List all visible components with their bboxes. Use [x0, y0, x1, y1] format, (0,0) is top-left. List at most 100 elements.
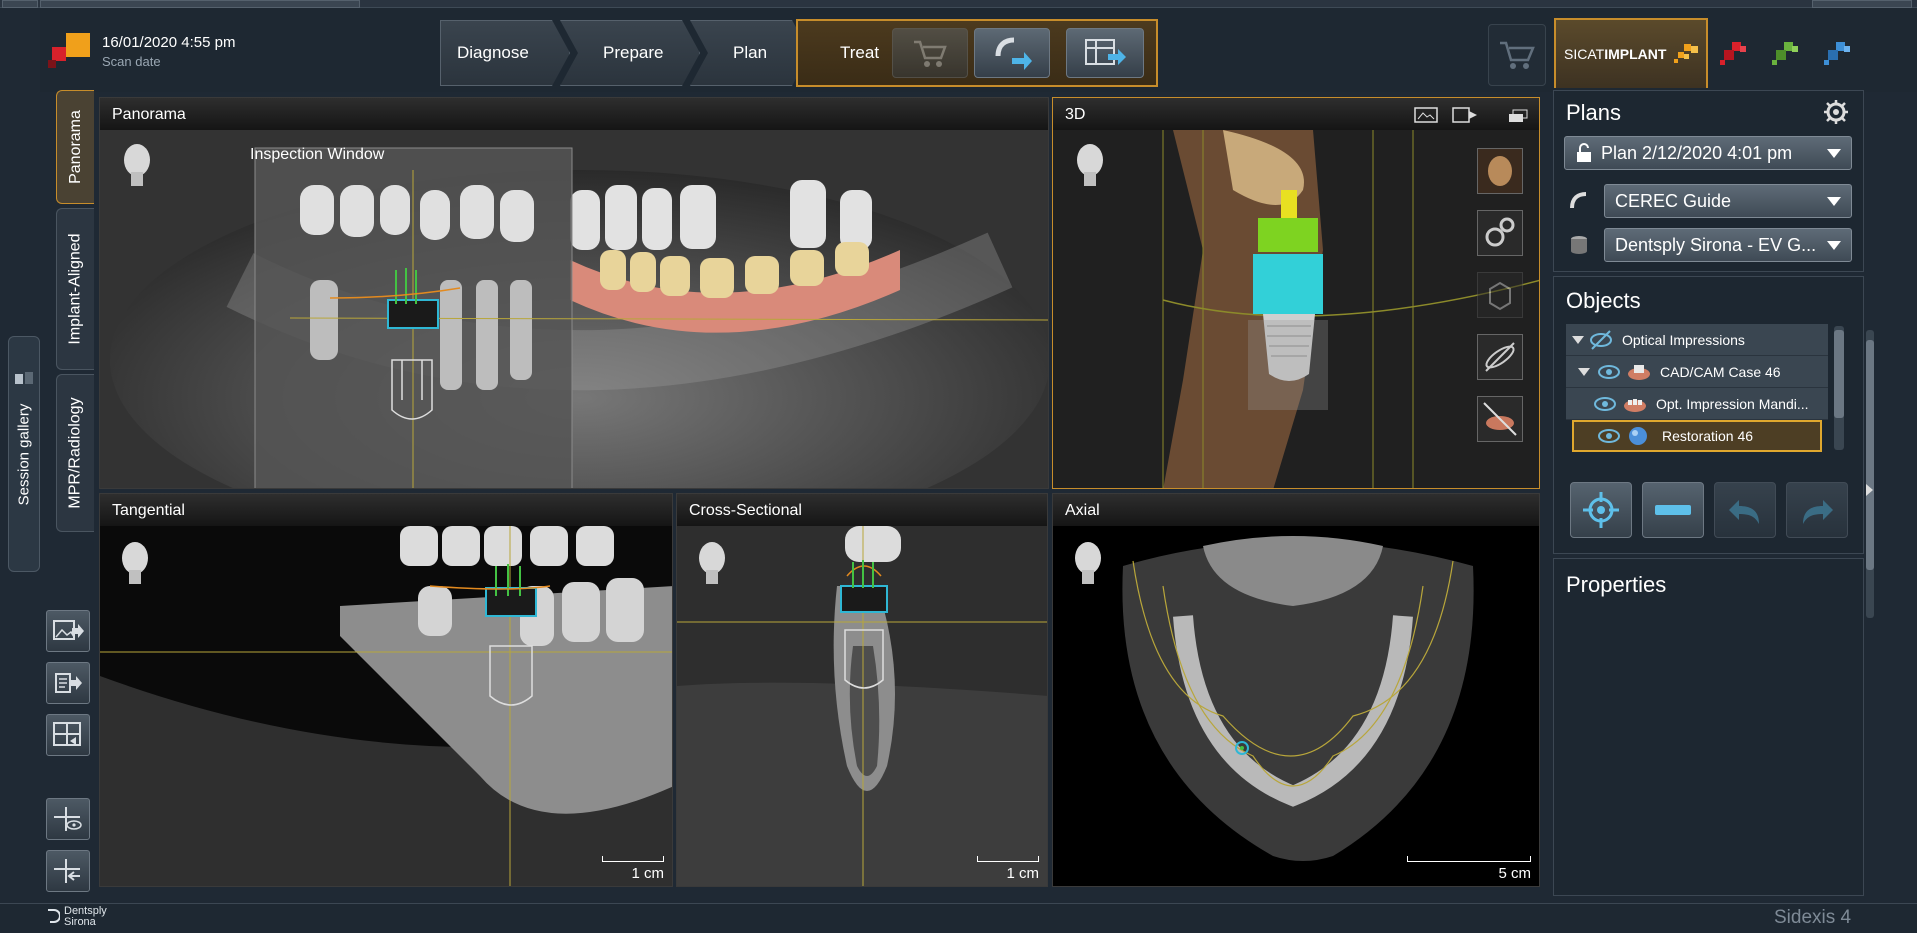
scale-label: 5 cm: [1498, 865, 1531, 882]
guide-export-icon: [995, 37, 1032, 70]
cad-cam-icon: [1628, 364, 1650, 380]
tree-item-restoration[interactable]: Restoration 46: [1572, 420, 1822, 452]
chevron-down-icon: [1827, 148, 1841, 158]
objects-scrollbar[interactable]: [1834, 326, 1844, 450]
undo-button[interactable]: [1714, 482, 1776, 538]
tree-item-cad-cam-case[interactable]: CAD/CAM Case 46: [1566, 356, 1828, 388]
plans-title: Plans: [1566, 100, 1622, 125]
render-settings-button[interactable]: [1477, 210, 1523, 256]
orientation-head-icon[interactable]: [1071, 540, 1105, 586]
chevron-right-icon[interactable]: [1866, 484, 1873, 496]
guide-select[interactable]: CEREC Guide: [1604, 184, 1852, 218]
report-export-icon: [55, 673, 82, 693]
viewport-title: Tangential: [100, 494, 672, 526]
eye-slash-icon[interactable]: [1588, 329, 1614, 351]
implant-system-select[interactable]: Dentsply Sirona - EV G...: [1604, 228, 1852, 262]
workflow-step-plan[interactable]: Plan: [690, 20, 810, 86]
image-export-icon: [53, 620, 84, 640]
dentsply-logo-icon: [48, 909, 60, 923]
undo-icon: [1729, 500, 1759, 524]
brand-name: Dentsply Sirona: [64, 906, 107, 928]
chevron-down-icon: [1827, 196, 1841, 206]
layout-button[interactable]: [46, 714, 90, 756]
tree-item-label: Restoration 46: [1662, 428, 1754, 444]
export-report-button[interactable]: [46, 662, 90, 704]
eye-icon[interactable]: [1596, 425, 1622, 447]
shop-button[interactable]: [1488, 24, 1546, 86]
export-plan-button[interactable]: [1066, 28, 1144, 78]
tab-mpr-radiology[interactable]: MPR/Radiology: [56, 374, 94, 532]
viewport-tangential[interactable]: Tangential 1 cm: [99, 493, 673, 887]
orientation-head-icon[interactable]: [120, 142, 154, 188]
tree-item-optical-impressions[interactable]: Optical Impressions: [1566, 324, 1828, 356]
workflow-step-prepare[interactable]: Prepare: [560, 20, 700, 86]
order-guide-button[interactable]: [892, 28, 968, 78]
panel-scrollbar-thumb[interactable]: [1866, 340, 1874, 570]
tree-item-label: CAD/CAM Case 46: [1660, 363, 1781, 380]
scale-indicator: 1 cm: [977, 856, 1039, 882]
plan-select[interactable]: Plan 2/12/2020 4:01 pm: [1564, 136, 1852, 170]
cart-guide-icon: [914, 40, 947, 67]
orientation-head-icon[interactable]: [1073, 142, 1107, 188]
crosshair-reset-icon: [54, 859, 80, 883]
viewport-cross-sectional[interactable]: Cross-Sectional 1 cm: [676, 493, 1048, 887]
restoration-icon: [1629, 427, 1647, 445]
window-tab[interactable]: [2, 0, 38, 8]
export-image-button[interactable]: [46, 610, 90, 652]
redo-button[interactable]: [1786, 482, 1848, 538]
viewport-title: Axial: [1053, 494, 1539, 526]
tab-panorama[interactable]: Panorama: [56, 90, 94, 204]
eye-icon[interactable]: [1596, 361, 1622, 383]
viewport-panorama[interactable]: Panorama Inspection Window: [99, 97, 1049, 489]
crosshair-reset-button[interactable]: [46, 850, 90, 892]
axial-image: [1053, 526, 1539, 886]
export-guide-button[interactable]: [974, 28, 1050, 78]
orientation-head-icon[interactable]: [118, 540, 152, 586]
viewport-title: Cross-Sectional: [677, 494, 1047, 526]
session-tab[interactable]: [40, 0, 360, 8]
impression-hidden-icon: [1483, 402, 1517, 436]
sicat-logo-icon: [1674, 44, 1699, 63]
tab-label: MPR/Radiology: [66, 397, 84, 509]
window-controls[interactable]: [1812, 0, 1912, 8]
workflow-step-label: Treat: [840, 43, 880, 62]
cube-icon: [1489, 281, 1511, 311]
inspection-window-label: Inspection Window: [250, 146, 385, 163]
sicat-prefix: SICAT: [1564, 46, 1605, 62]
tangential-image: [100, 526, 672, 886]
face-icon: [1488, 156, 1512, 186]
crosshair-eye-icon: [54, 807, 82, 831]
viewport-3d-toolbar[interactable]: [1413, 106, 1533, 124]
hide-impression-button[interactable]: [1477, 396, 1523, 442]
app-tab-sicat-implant[interactable]: SICAT IMPLANT: [1554, 18, 1708, 88]
skin-render-button[interactable]: [1477, 148, 1523, 194]
orientation-head-icon[interactable]: [695, 540, 729, 586]
sicat-suffix: IMPLANT: [1604, 46, 1667, 62]
objects-scrollbar-thumb[interactable]: [1834, 330, 1844, 418]
app-red-icon[interactable]: [1718, 40, 1750, 68]
gear-icon[interactable]: [1822, 98, 1850, 126]
eye-icon[interactable]: [1592, 393, 1618, 415]
scan-date: 16/01/2020 4:55 pm: [102, 34, 236, 51]
tree-item-opt-impression[interactable]: Opt. Impression Mandi...: [1566, 388, 1828, 420]
guide-select-value: CEREC Guide: [1615, 190, 1732, 211]
layout-icon: [53, 722, 81, 746]
tab-implant-aligned[interactable]: Implant-Aligned: [56, 208, 94, 370]
crosshair-visibility-button[interactable]: [46, 798, 90, 840]
plan-select-value: Plan 2/12/2020 4:01 pm: [1601, 142, 1793, 163]
app-blue-icon[interactable]: [1822, 40, 1854, 68]
cut-plane-button[interactable]: [1477, 334, 1523, 380]
focus-object-button[interactable]: [1570, 482, 1632, 538]
app-green-icon[interactable]: [1770, 40, 1802, 68]
workflow-step-label: Diagnose: [457, 43, 529, 62]
objects-tree: Optical Impressions CAD/CAM Case 46 Opt.…: [1566, 324, 1828, 452]
clip-box-button[interactable]: [1477, 272, 1523, 318]
model-3d-render: [1053, 130, 1539, 488]
viewport-axial[interactable]: Axial 5 cm: [1052, 493, 1540, 887]
viewport-3d[interactable]: 3D: [1052, 97, 1540, 489]
lock-open-icon: [1577, 143, 1591, 162]
remove-object-button[interactable]: [1642, 482, 1704, 538]
panel-scrollbar[interactable]: [1866, 330, 1874, 618]
scan-date-label: Scan date: [102, 54, 161, 69]
workflow-step-diagnose[interactable]: Diagnose: [440, 20, 570, 86]
